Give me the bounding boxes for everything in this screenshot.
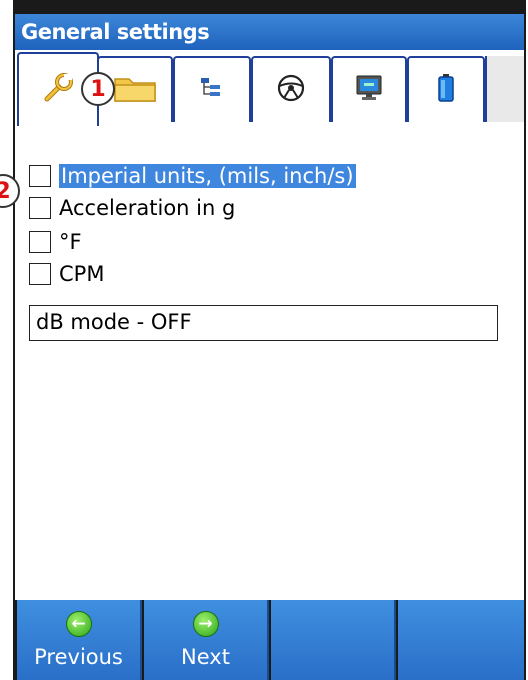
previous-button[interactable]: ← Previous — [17, 600, 142, 680]
steering-wheel-icon — [276, 73, 306, 107]
acceleration-g-option[interactable]: Acceleration in g — [29, 194, 235, 222]
window-title: General settings — [15, 14, 524, 50]
folder-icon — [113, 73, 157, 107]
fahrenheit-option[interactable]: °F — [29, 228, 82, 256]
tab-battery[interactable] — [407, 56, 485, 122]
fahrenheit-checkbox[interactable] — [29, 231, 51, 253]
tab-machine[interactable] — [251, 56, 331, 122]
callout-1: 1 — [81, 72, 115, 106]
softkey-4[interactable] — [398, 600, 524, 680]
fahrenheit-label: °F — [59, 230, 82, 254]
db-mode-selector[interactable]: dB mode - OFF — [29, 305, 498, 341]
tree-icon — [199, 76, 225, 104]
cpm-checkbox[interactable] — [29, 263, 51, 285]
wrench-icon — [41, 71, 75, 109]
cpm-option[interactable]: CPM — [29, 260, 104, 288]
arrow-left-icon: ← — [65, 611, 92, 637]
tab-tree[interactable] — [173, 56, 251, 122]
cpm-label: CPM — [59, 262, 105, 286]
imperial-units-option[interactable]: Imperial units, (mils, inch/s) — [29, 162, 356, 190]
softkey-3[interactable] — [271, 600, 396, 680]
arrow-right-icon: → — [192, 611, 219, 637]
next-button[interactable]: → Next — [144, 600, 269, 680]
imperial-units-checkbox[interactable] — [29, 165, 51, 187]
battery-icon — [436, 73, 456, 107]
tab-strip-filler — [485, 56, 524, 122]
monitor-icon — [354, 74, 384, 106]
previous-label: Previous — [34, 645, 123, 669]
acceleration-g-label: Acceleration in g — [59, 196, 236, 220]
bottom-softkey-bar: ← Previous → Next — [15, 600, 524, 680]
acceleration-g-checkbox[interactable] — [29, 197, 51, 219]
imperial-units-label: Imperial units, (mils, inch/s) — [59, 164, 356, 188]
settings-panel: Imperial units, (mils, inch/s) Accelerat… — [15, 124, 524, 600]
tab-display[interactable] — [331, 56, 407, 122]
next-label: Next — [181, 645, 230, 669]
